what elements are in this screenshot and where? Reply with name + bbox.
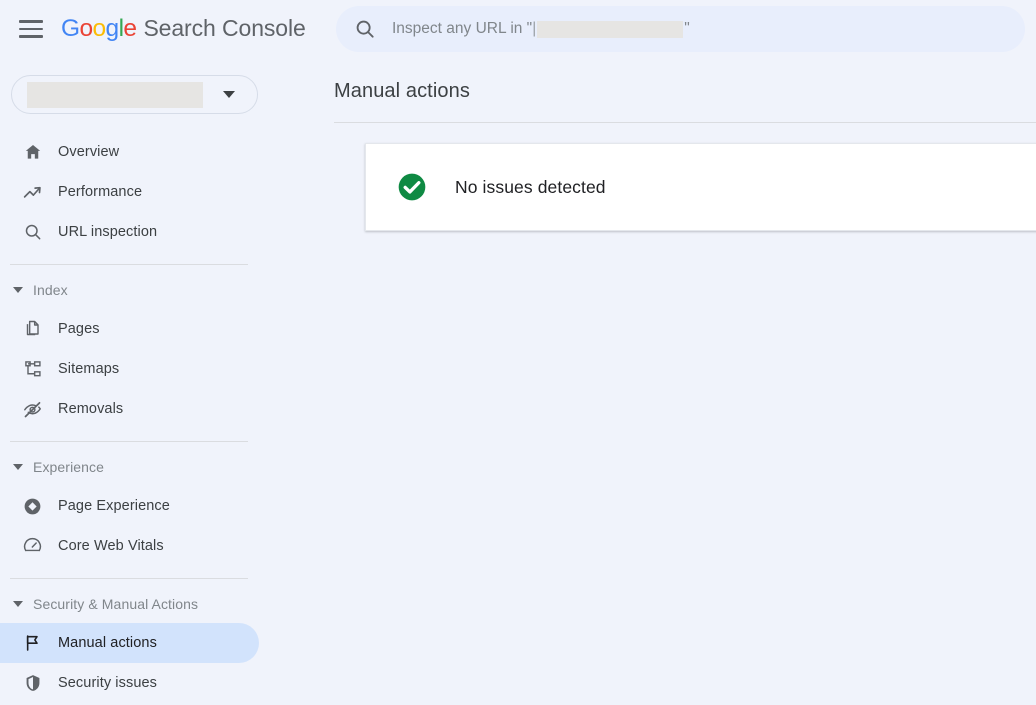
sidebar-item-label: Overview: [58, 144, 119, 160]
title-divider: [334, 122, 1036, 123]
url-inspection-search-bar[interactable]: Inspect any URL in "| ": [336, 6, 1025, 52]
logo-letter: o: [93, 15, 106, 42]
text-caret: |: [532, 20, 536, 38]
search-placeholder-prefix: Inspect any URL in ": [392, 20, 532, 38]
nav-group-experience: Page Experience Core Web Vitals: [0, 486, 270, 566]
shield-icon: [22, 673, 43, 694]
sidebar-section-label: Experience: [33, 459, 104, 475]
sidebar-item-label: Performance: [58, 184, 142, 200]
sidebar-section-experience[interactable]: Experience: [0, 448, 270, 486]
nav-group-primary: Overview Performance URL inspection: [0, 132, 270, 252]
search-placeholder-suffix: ": [684, 20, 690, 38]
google-wordmark: Google: [61, 15, 136, 43]
chevron-down-icon: [223, 91, 235, 98]
sidebar-item-label: Security issues: [58, 675, 157, 691]
sidebar-item-label: Sitemaps: [58, 361, 119, 377]
pages-copy-icon: [22, 319, 43, 340]
sidebar-item-security-issues[interactable]: Security issues: [0, 663, 259, 703]
chevron-down-icon: [13, 464, 23, 470]
status-message: No issues detected: [455, 177, 606, 198]
sidebar-item-label: Removals: [58, 401, 123, 417]
chevron-down-icon: [13, 601, 23, 607]
sidebar-item-performance[interactable]: Performance: [0, 172, 259, 212]
sidebar-divider: [10, 441, 248, 442]
sidebar-section-label: Security & Manual Actions: [33, 596, 198, 612]
sidebar-item-pages[interactable]: Pages: [0, 309, 259, 349]
page-experience-diamond-icon: [22, 496, 43, 517]
hamburger-line: [19, 35, 43, 38]
sidebar-section-label: Index: [33, 282, 68, 298]
hamburger-line: [19, 20, 43, 23]
hamburger-line: [19, 28, 43, 31]
nav-group-security: Manual actions Security issues: [0, 623, 270, 703]
manual-actions-status-card: No issues detected: [365, 143, 1036, 231]
sidebar-item-manual-actions[interactable]: Manual actions: [0, 623, 259, 663]
sidebar-section-index[interactable]: Index: [0, 271, 270, 309]
sidebar-section-security-manual-actions[interactable]: Security & Manual Actions: [0, 585, 270, 623]
sidebar-item-label: Core Web Vitals: [58, 538, 164, 554]
sidebar-item-label: Manual actions: [58, 635, 157, 651]
search-icon: [22, 222, 43, 243]
sidebar-item-label: Page Experience: [58, 498, 170, 514]
sidebar-item-removals[interactable]: Removals: [0, 389, 259, 429]
trending-up-icon: [22, 182, 43, 203]
sidebar-item-sitemaps[interactable]: Sitemaps: [0, 349, 259, 389]
flag-icon: [22, 633, 43, 654]
sitemap-hierarchy-icon: [22, 359, 43, 380]
logo-letter: g: [106, 15, 119, 42]
redacted-property-value: [27, 82, 203, 108]
sidebar-item-url-inspection[interactable]: URL inspection: [0, 212, 259, 252]
nav-group-index: Pages Sitemaps Removals: [0, 309, 270, 429]
sidebar-item-label: URL inspection: [58, 224, 157, 240]
sidebar-item-label: Pages: [58, 321, 100, 337]
search-placeholder: Inspect any URL in "| ": [392, 20, 690, 38]
page-title: Manual actions: [334, 80, 1036, 103]
sidebar-item-core-web-vitals[interactable]: Core Web Vitals: [0, 526, 259, 566]
chevron-down-icon: [13, 287, 23, 293]
speedometer-gauge-icon: [22, 536, 43, 557]
hamburger-menu-icon[interactable]: [19, 20, 43, 38]
property-selector[interactable]: [11, 75, 258, 114]
product-name: Search Console: [143, 15, 305, 42]
logo-letter: o: [79, 15, 92, 42]
sidebar-divider: [10, 264, 248, 265]
sidebar-item-overview[interactable]: Overview: [0, 132, 259, 172]
sidebar-divider: [10, 578, 248, 579]
search-icon: [354, 18, 376, 40]
brand-logo[interactable]: Google Search Console: [61, 15, 306, 43]
redacted-property-name: [537, 21, 683, 38]
sidebar-item-page-experience[interactable]: Page Experience: [0, 486, 259, 526]
main-content: Manual actions No issues detected: [270, 58, 1036, 705]
logo-letter: G: [61, 15, 79, 42]
eye-off-icon: [22, 399, 43, 420]
sidebar-navigation: Overview Performance URL inspection Inde…: [0, 58, 270, 705]
home-icon: [22, 142, 43, 163]
check-circle-icon: [396, 171, 428, 203]
logo-letter: e: [123, 15, 136, 42]
